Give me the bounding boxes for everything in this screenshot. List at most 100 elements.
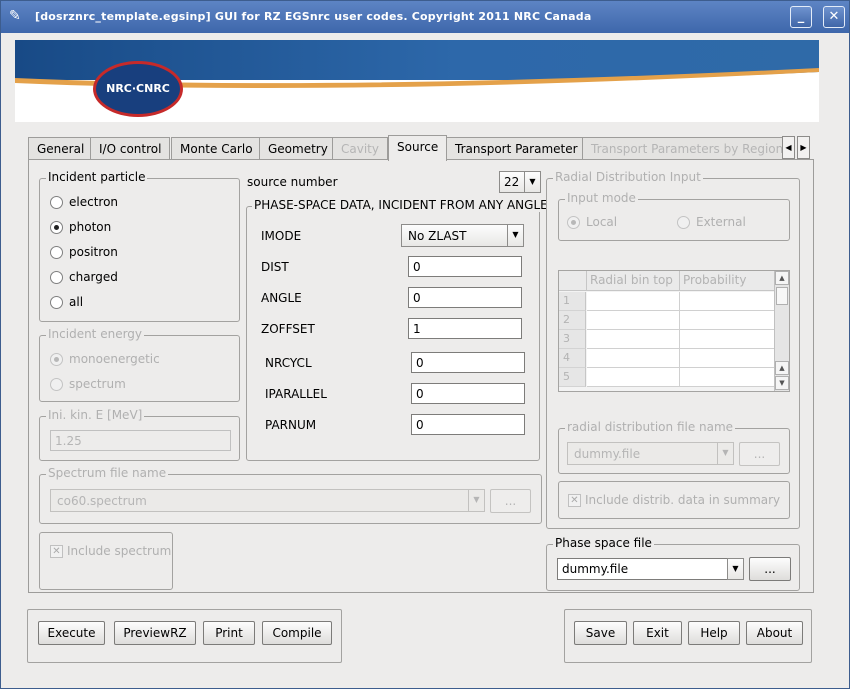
ini-kin-e-input[interactable]: 1.25 (50, 430, 231, 451)
radio-all[interactable]: all (50, 293, 83, 311)
radial-file-combo[interactable]: dummy.file ▼ (567, 442, 734, 465)
include-distrib-checkbox[interactable]: ✕ (568, 494, 581, 507)
title-bar[interactable]: ✎ [dosrznrc_template.egsinp] GUI for RZ … (1, 1, 849, 33)
radio-external[interactable]: External (677, 213, 746, 231)
dist-input[interactable]: 0 (408, 256, 522, 277)
scroll-up-icon[interactable]: ▲ (775, 361, 789, 375)
radio-monoenergetic[interactable]: monoenergetic (50, 350, 160, 368)
about-button[interactable]: About (746, 621, 803, 645)
radio-local[interactable]: Local (567, 213, 617, 231)
minimize-button[interactable]: _ (790, 6, 812, 28)
column-header-probability[interactable]: Probability (680, 271, 775, 291)
radio-button[interactable] (50, 245, 63, 259)
radio-electron[interactable]: electron (50, 193, 118, 211)
table-cell[interactable] (587, 311, 680, 330)
tab-source[interactable]: Source (388, 135, 448, 161)
execute-button[interactable]: Execute (38, 621, 105, 645)
zoffset-label: ZOFFSET (261, 322, 315, 336)
chevron-down-icon[interactable]: ▼ (468, 490, 484, 511)
row-header[interactable]: 3 (559, 330, 586, 349)
table-cell[interactable] (680, 330, 775, 349)
imode-combo[interactable]: No ZLAST ▼ (401, 224, 524, 247)
radio-label: positron (69, 245, 118, 259)
zoffset-input[interactable]: 1 (408, 318, 522, 339)
row-header[interactable]: 5 (559, 368, 586, 387)
imode-value: No ZLAST (408, 229, 467, 243)
tab-cavity[interactable]: Cavity (332, 137, 388, 160)
radio-positron[interactable]: positron (50, 243, 118, 261)
iparallel-input[interactable]: 0 (411, 383, 525, 404)
scroll-thumb[interactable] (776, 287, 788, 305)
scroll-up-icon[interactable]: ▲ (775, 271, 789, 285)
tab-general[interactable]: General (28, 137, 94, 160)
tab-geometry[interactable]: Geometry (259, 137, 337, 160)
phase-space-file-input[interactable]: dummy.file (557, 558, 728, 580)
spectrum-file-value: co60.spectrum (57, 494, 147, 508)
scroll-down-icon[interactable]: ▼ (775, 376, 789, 390)
radio-button[interactable] (677, 215, 690, 229)
phase-space-file-dropdown[interactable]: ▼ (727, 558, 744, 580)
help-button[interactable]: Help (688, 621, 740, 645)
source-number-combo[interactable]: 22 ▼ (499, 171, 541, 193)
radio-label: charged (69, 270, 118, 284)
radio-button-selected[interactable] (567, 215, 580, 229)
spectrum-browse-button[interactable]: ... (490, 489, 531, 513)
save-button[interactable]: Save (574, 621, 627, 645)
iparallel-label: IPARALLEL (265, 387, 327, 401)
chevron-down-icon[interactable]: ▼ (507, 225, 523, 246)
tab-bar: General I/O control Monte Carlo Geometry… (28, 135, 815, 161)
preview-rz-button[interactable]: PreviewRZ (114, 621, 196, 645)
table-cell[interactable] (680, 368, 775, 387)
radio-label: photon (69, 220, 112, 234)
print-button[interactable]: Print (203, 621, 255, 645)
angle-input[interactable]: 0 (408, 287, 522, 308)
compile-button[interactable]: Compile (262, 621, 332, 645)
parnum-input[interactable]: 0 (411, 414, 525, 435)
radial-browse-button[interactable]: ... (739, 442, 780, 466)
chevron-down-icon[interactable]: ▼ (728, 559, 743, 579)
radio-button[interactable] (50, 270, 63, 284)
tab-transport-parameter[interactable]: Transport Parameter (446, 137, 587, 160)
radial-file-title: radial distribution file name (565, 420, 736, 434)
phase-space-file-title: Phase space file (553, 536, 654, 550)
phase-space-browse-button[interactable]: ... (749, 557, 791, 581)
include-spectrum-checkbox[interactable]: ✕ (50, 545, 63, 558)
radio-button[interactable] (50, 195, 63, 209)
radio-button-selected[interactable] (50, 352, 63, 366)
tab-scroll-right-button[interactable]: ▶ (797, 136, 810, 159)
radio-button-selected[interactable] (50, 220, 63, 234)
table-scrollbar[interactable]: ▲ ▲ ▼ (774, 271, 789, 391)
table-cell[interactable] (680, 349, 775, 368)
table-cell[interactable] (587, 292, 680, 311)
nrcycl-input[interactable]: 0 (411, 352, 525, 373)
table-cell[interactable] (680, 292, 775, 311)
radio-spectrum[interactable]: spectrum (50, 375, 126, 393)
radial-table[interactable]: Radial bin top Probability 1 2 3 4 5 ▲ ▲… (558, 270, 790, 392)
row-header[interactable]: 2 (559, 311, 586, 330)
chevron-down-icon[interactable]: ▼ (524, 172, 540, 192)
table-cell[interactable] (680, 311, 775, 330)
close-button[interactable]: ✕ (823, 6, 845, 28)
row-header[interactable]: 1 (559, 292, 586, 311)
spectrum-file-combo[interactable]: co60.spectrum ▼ (50, 489, 485, 512)
radio-button[interactable] (50, 377, 63, 391)
radio-charged[interactable]: charged (50, 268, 118, 286)
table-cell[interactable] (587, 368, 680, 387)
row-header[interactable]: 4 (559, 349, 586, 368)
table-cell[interactable] (587, 349, 680, 368)
table-cell[interactable] (587, 330, 680, 349)
tab-scroll-left-button[interactable]: ◀ (782, 136, 795, 159)
radio-button[interactable] (50, 295, 63, 309)
chevron-down-icon[interactable]: ▼ (717, 443, 733, 464)
tab-monte-carlo[interactable]: Monte Carlo (171, 137, 262, 160)
app-window: ✎ [dosrznrc_template.egsinp] GUI for RZ … (0, 0, 850, 689)
column-header-radial-bin-top[interactable]: Radial bin top (587, 271, 680, 291)
incident-particle-group: Incident particle electron photon positr… (39, 170, 240, 322)
tab-transport-by-region[interactable]: Transport Parameters by Region (582, 137, 793, 160)
exit-button[interactable]: Exit (633, 621, 682, 645)
feather-icon[interactable]: ✎ (9, 8, 25, 24)
radio-label: all (69, 295, 84, 309)
radio-label: electron (69, 195, 119, 209)
radio-photon[interactable]: photon (50, 218, 111, 236)
tab-io-control[interactable]: I/O control (90, 137, 171, 160)
